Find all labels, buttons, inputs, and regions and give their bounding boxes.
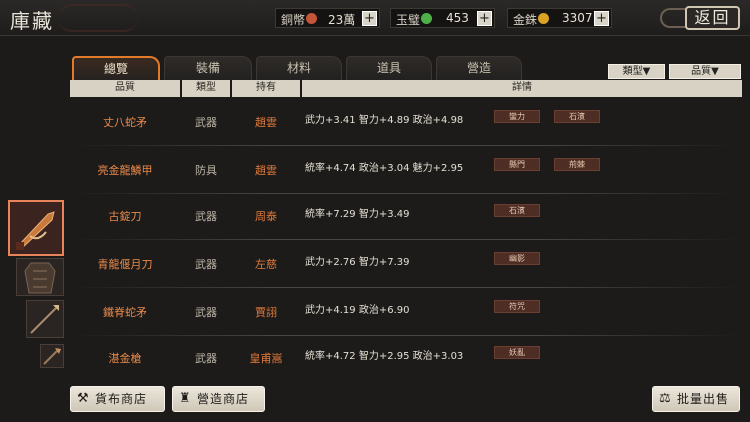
item-stats: 武力+3.41 智力+4.89 政治+4.98: [305, 115, 464, 126]
item-holder: 趙雲: [255, 116, 277, 129]
item-skill-tag: 石濱: [494, 204, 540, 217]
sell-icon: ⚖: [659, 391, 672, 406]
item-holder: 趙雲: [255, 164, 277, 177]
currency-gold-value: 3307: [562, 11, 593, 25]
column-header-holder[interactable]: 持有: [232, 80, 300, 97]
item-type: 武器: [195, 352, 217, 365]
item-name: 湛金槍: [108, 352, 142, 365]
back-button[interactable]: 返回: [685, 6, 740, 30]
item-name: 亮金龍鱗甲: [97, 164, 153, 177]
table-row[interactable]: 青龍偃月刀 武器 左慈 武力+2.76 智力+7.39 幽影: [70, 240, 742, 288]
table-row[interactable]: 亮金龍鱗甲 防具 趙雲 統率+4.74 政治+3.04 魅力+2.95 縣門 荊…: [70, 146, 742, 194]
item-name: 青龍偃月刀: [97, 258, 153, 271]
currency-jade: 玉璧 453 +: [390, 8, 495, 28]
cloth-shop-label: 貨布商店: [95, 392, 148, 406]
glaive-icon: [43, 348, 61, 365]
tab-items[interactable]: 道具: [346, 56, 432, 80]
item-holder: 皇甫嵩: [249, 352, 283, 365]
building-icon: ♜: [179, 391, 192, 406]
item-name: 鐵脊蛇矛: [103, 306, 147, 319]
add-copper-button[interactable]: +: [362, 11, 377, 26]
currency-gold-label: 金銖: [513, 13, 538, 27]
currency-copper-label: 銅幣: [281, 13, 306, 27]
gold-coin-icon: [538, 13, 549, 24]
currency-jade-value: 453: [446, 11, 469, 25]
armor-icon: [24, 262, 56, 294]
build-shop-button[interactable]: ♜ 營造商店: [172, 386, 265, 412]
item-thumbnail[interactable]: [26, 300, 64, 338]
currency-gold: 金銖 3307 +: [507, 8, 612, 28]
item-thumbnail[interactable]: [40, 344, 64, 368]
type-filter-dropdown[interactable]: 類型▼: [608, 64, 665, 79]
item-type: 武器: [195, 116, 217, 129]
item-type: 武器: [195, 258, 217, 271]
item-skill-tag: 石濱: [554, 110, 600, 123]
build-shop-label: 營造商店: [197, 392, 250, 406]
item-skill-tag: 妖亂: [494, 346, 540, 359]
page-title: 庫藏: [10, 9, 54, 33]
tab-equipment[interactable]: 裝備: [164, 56, 252, 80]
item-thumbnail[interactable]: [16, 258, 64, 296]
copper-coin-icon: [306, 13, 317, 24]
item-holder: 左慈: [255, 258, 277, 271]
table-row[interactable]: 古錠刀 武器 周泰 統率+7.29 智力+3.49 石濱: [70, 192, 742, 240]
add-gold-button[interactable]: +: [594, 11, 609, 26]
item-stats: 統率+4.72 智力+2.95 政治+3.03: [305, 351, 464, 362]
tab-overview[interactable]: 總覽: [72, 56, 160, 80]
add-jade-button[interactable]: +: [477, 11, 492, 26]
currency-copper-value: 23萬: [328, 13, 356, 27]
column-header-quality[interactable]: 品質: [70, 80, 180, 97]
hammer-icon: ⚒: [77, 391, 90, 406]
top-bar: 庫藏 銅幣 23萬 + 玉璧 453 + 金銖 3307 + 返回: [0, 0, 750, 36]
table-row[interactable]: 湛金槍 武器 皇甫嵩 統率+4.72 智力+2.95 政治+3.03 妖亂: [70, 334, 742, 381]
jade-coin-icon: [421, 13, 432, 24]
item-type: 武器: [195, 210, 217, 223]
item-skill-tag: 荊棘: [554, 158, 600, 171]
item-type: 防具: [195, 164, 217, 177]
cloth-shop-button[interactable]: ⚒ 貨布商店: [70, 386, 165, 412]
item-stats: 武力+2.76 智力+7.39: [305, 257, 410, 268]
item-type: 武器: [195, 306, 217, 319]
spear-icon: [30, 305, 59, 334]
item-stats: 統率+7.29 智力+3.49: [305, 209, 410, 220]
back-ornament: [660, 8, 688, 28]
tab-materials[interactable]: 材料: [256, 56, 342, 80]
column-header-details: 詳情: [302, 80, 742, 97]
currency-jade-label: 玉璧: [396, 13, 421, 27]
blade-weapon-icon: [16, 211, 55, 250]
quality-filter-dropdown[interactable]: 品質▼: [669, 64, 741, 79]
item-skill-tag: 蠻力: [494, 110, 540, 123]
item-skill-tag: 縣門: [494, 158, 540, 171]
item-skill-tag: 符咒: [494, 300, 540, 313]
selected-item-thumbnail[interactable]: [8, 200, 64, 256]
item-skill-tag: 幽影: [494, 252, 540, 265]
item-holder: 賈詡: [255, 306, 277, 319]
table-row[interactable]: 鐵脊蛇矛 武器 賈詡 武力+4.19 政治+6.90 符咒: [70, 288, 742, 336]
item-stats: 統率+4.74 政治+3.04 魅力+2.95: [305, 163, 464, 174]
item-holder: 周泰: [255, 210, 277, 223]
table-row[interactable]: 丈八蛇矛 武器 趙雲 武力+3.41 智力+4.89 政治+4.98 蠻力 石濱: [70, 98, 742, 146]
item-name: 丈八蛇矛: [103, 116, 147, 129]
item-name: 古錠刀: [108, 210, 142, 223]
currency-copper: 銅幣 23萬 +: [275, 8, 380, 28]
title-ornament: [58, 4, 138, 32]
bulk-sell-label: 批量出售: [677, 392, 730, 406]
tab-construction[interactable]: 營造: [436, 56, 522, 80]
column-header-type[interactable]: 類型: [182, 80, 230, 97]
item-stats: 武力+4.19 政治+6.90: [305, 305, 410, 316]
bulk-sell-button[interactable]: ⚖ 批量出售: [652, 386, 740, 412]
